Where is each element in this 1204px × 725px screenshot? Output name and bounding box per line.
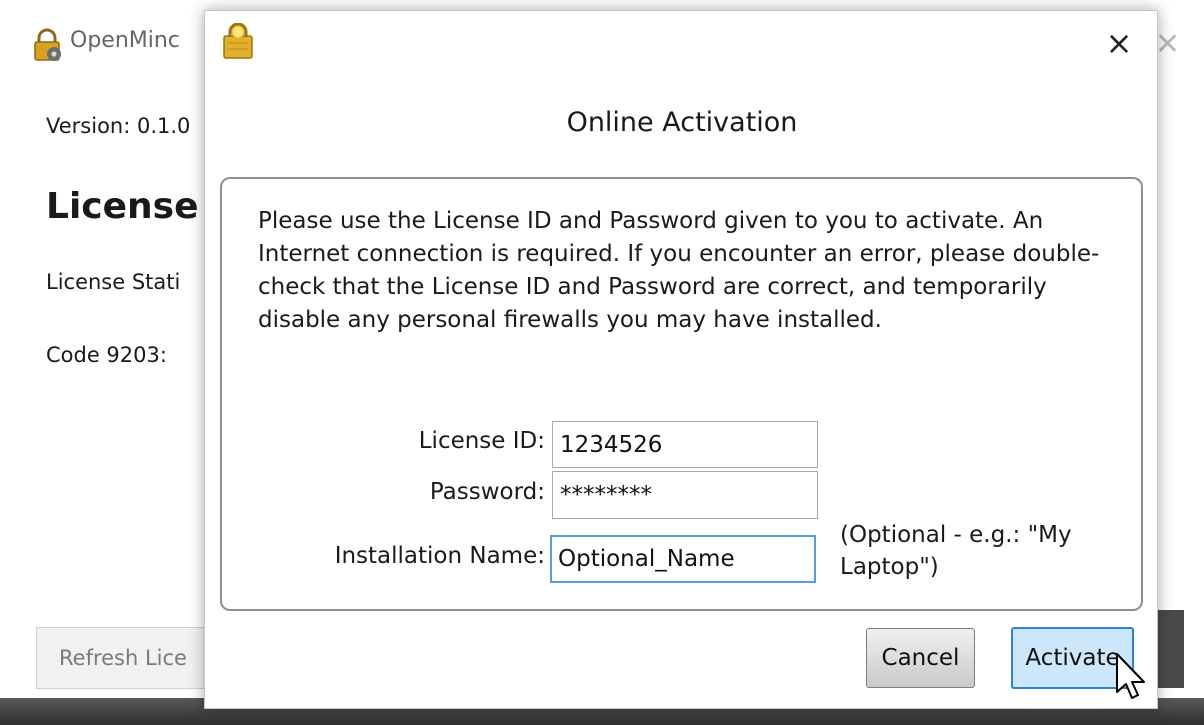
password-input[interactable] (552, 471, 818, 519)
license-heading: License (46, 186, 199, 227)
online-activation-dialog: × Online Activation Please use the Licen… (204, 10, 1158, 709)
activation-panel: Please use the License ID and Password g… (220, 177, 1143, 611)
dialog-title: Online Activation (566, 107, 798, 138)
activation-description: Please use the License ID and Password g… (258, 208, 1100, 333)
background-window-title: OpenMinc (70, 28, 180, 53)
background-close-icon: ✕ (1155, 27, 1181, 62)
license-id-label: License ID: (418, 428, 545, 454)
lock-gear-icon (34, 28, 61, 61)
code-label: Code 9203: (46, 343, 167, 367)
mouse-pointer-icon (1116, 653, 1145, 699)
installation-name-hint: (Optional - e.g.: "My Laptop") (840, 522, 1072, 580)
refresh-license-button[interactable]: Refresh Lice (36, 627, 226, 689)
installation-name-input[interactable] (550, 535, 816, 583)
background-button-edge (1158, 610, 1184, 688)
close-icon[interactable]: × (1099, 25, 1139, 61)
installation-name-label: Installation Name: (334, 543, 545, 569)
license-id-input[interactable] (552, 421, 818, 468)
activation-lock-icon (223, 23, 253, 59)
cancel-button[interactable]: Cancel (866, 628, 975, 688)
password-label: Password: (429, 479, 545, 505)
license-status-label: License Stati (46, 270, 181, 294)
version-label: Version: 0.1.0 (46, 114, 191, 138)
